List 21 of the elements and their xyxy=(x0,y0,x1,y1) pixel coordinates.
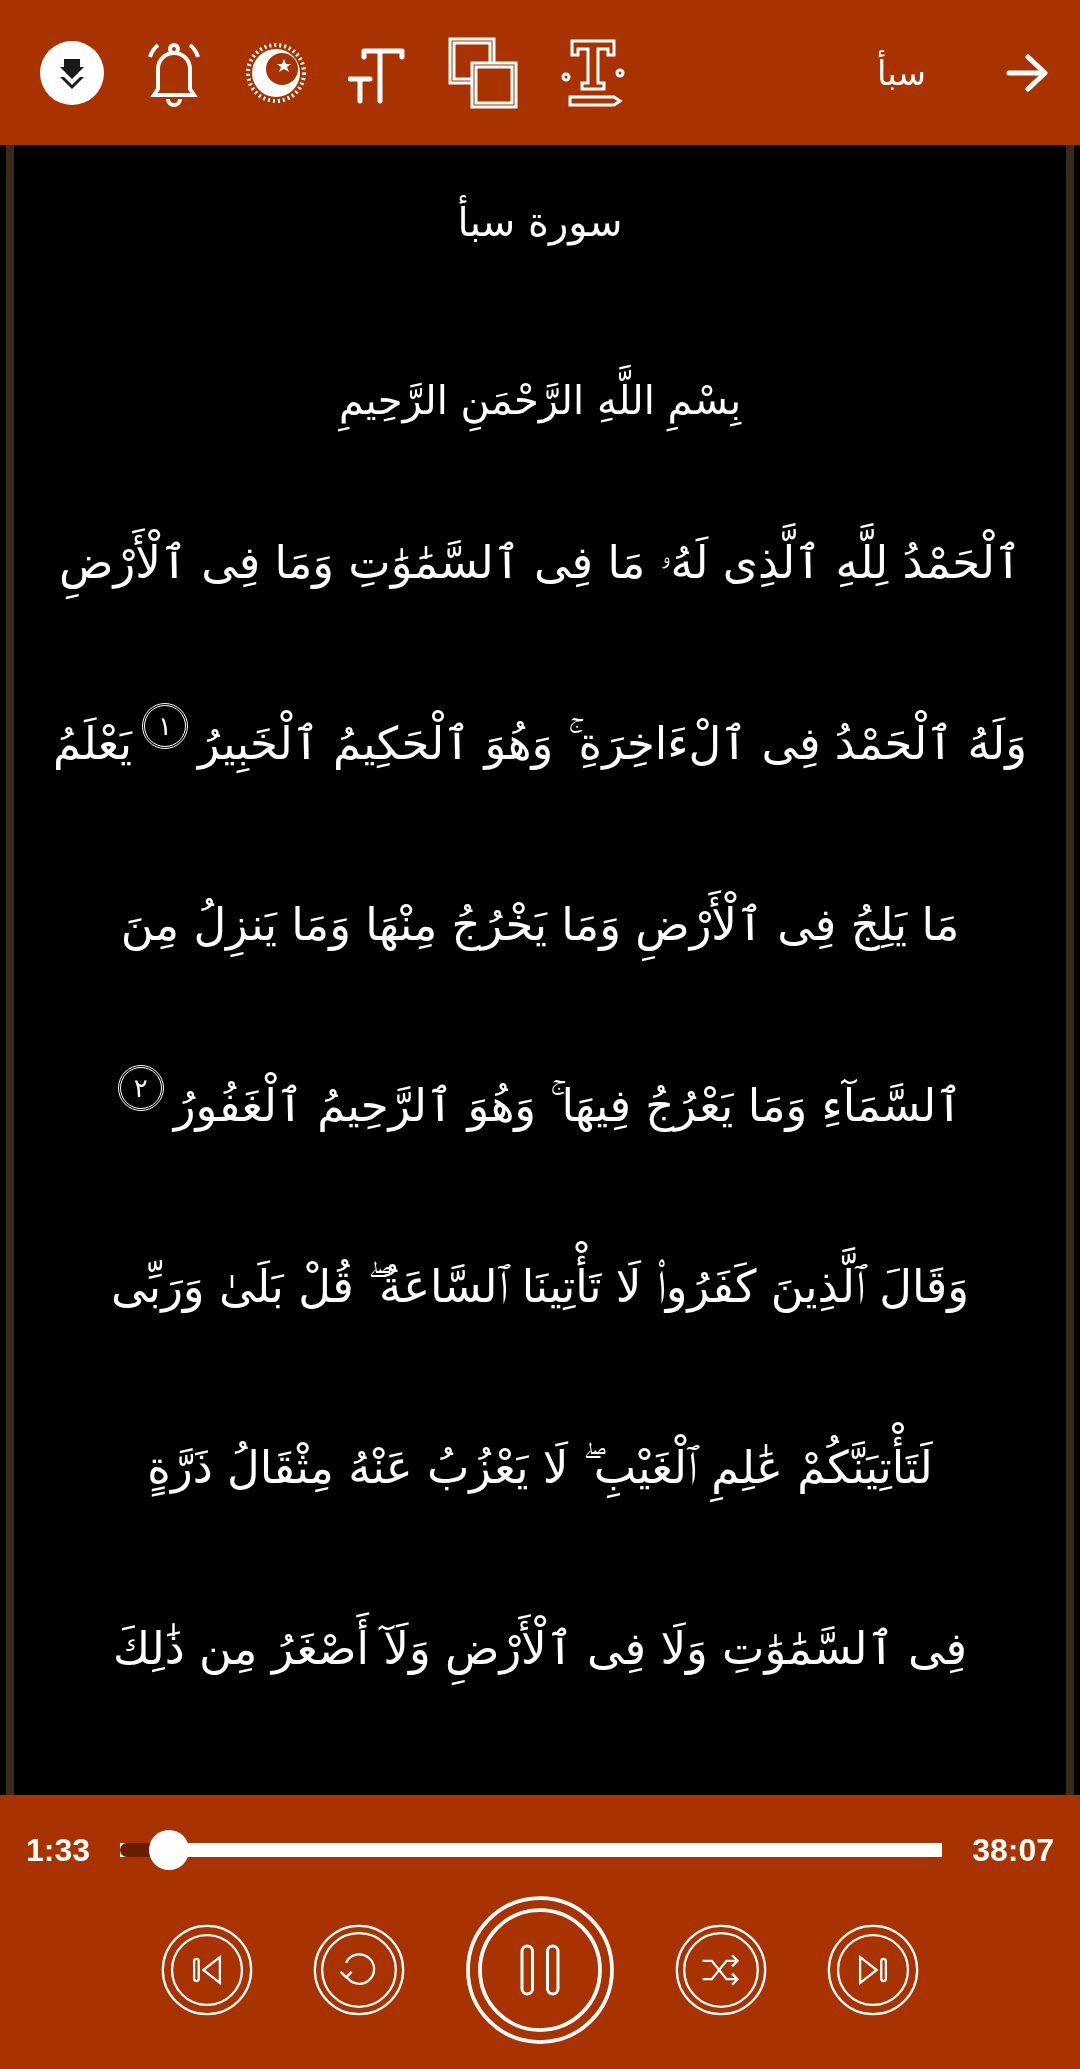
surah-title: سورة سبأ xyxy=(457,180,623,278)
verse-text: مَا يَلِجُ فِى ٱلْأَرْضِ وَمَا يَخْرُجُ مِنْهَا وَمَا يَنزِلُ مِنَ xyxy=(120,878,960,972)
verse-text: وَقَالَ ٱلَّذِينَ كَفَرُوا۟ لَا تَأْتِينَا ٱلسَّاعَةُ ۖ قُلْ بَلَىٰ وَرَبِّى xyxy=(111,1240,969,1334)
basmala: بِسْمِ اللَّهِ الرَّحْمَنِ الرَّحِيمِ xyxy=(339,358,741,456)
verse-text: يَعْلَمُ xyxy=(52,716,133,772)
pause-button[interactable] xyxy=(465,1895,615,2045)
elapsed-time: 1:33 xyxy=(26,1831,91,1869)
shuffle-button[interactable] xyxy=(675,1924,767,2016)
verse-text: فِى ٱلسَّمَٰوَٰتِ وَلَا فِى ٱلْأَرْضِ وَلَآ أَصْغَرُ مِن ذَٰلِكَ xyxy=(113,1602,967,1696)
previous-button[interactable] xyxy=(161,1924,253,2016)
replay-button[interactable] xyxy=(313,1924,405,2016)
total-time: 38:07 xyxy=(972,1831,1054,1869)
forward-arrow-icon[interactable] xyxy=(1006,52,1050,93)
download-icon[interactable] xyxy=(40,40,104,105)
verse-text: ٱلْحَمْدُ لِلَّهِ ٱلَّذِى لَهُۥ مَا فِى ٱلسَّمَٰوَٰتِ وَمَا فِى ٱلْأَرْضِ xyxy=(59,516,1021,610)
verse-text: ٱلسَّمَآءِ وَمَا يَعْرُجُ فِيهَا ۚ وَهُوَ ٱلرَّحِيمُ ٱلْغَفُورُ xyxy=(173,1059,963,1153)
overlapping-squares-icon[interactable] xyxy=(448,36,518,109)
verse-text: وَلَهُ ٱلْحَمْدُ فِى ٱلْءَاخِرَةِ ۚ وَهُوَ ٱلْحَكِيمُ ٱلْخَبِيرُ xyxy=(198,697,1028,791)
surah-name: سبأ xyxy=(876,52,926,93)
verse-text: لَتَأْتِيَنَّكُمْ عَٰلِمِ ٱلْغَيْبِ ۖ لَا يَعْزُبُ عَنْهُ مِثْقَالُ ذَرَّةٍ xyxy=(147,1421,933,1515)
next-button[interactable] xyxy=(827,1924,919,2016)
